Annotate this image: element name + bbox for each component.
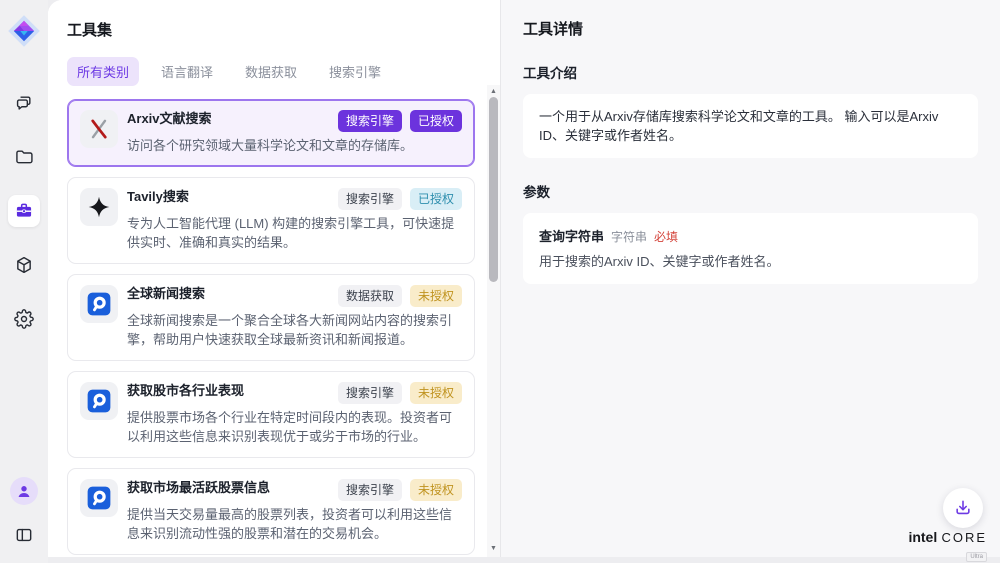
arxiv-tool-icon: [80, 110, 118, 148]
tool-intro-text: 一个用于从Arxiv存储库搜索科学论文和文章的工具。 输入可以是Arxiv ID…: [539, 107, 962, 145]
juhe-tool-icon: [80, 382, 118, 420]
tool-card[interactable]: 获取市场最活跃股票信息 搜索引擎 未授权 提供当天交易量最高的股票列表，投资者可…: [67, 468, 475, 555]
param-description: 用于搜索的Arxiv ID、关键字或作者姓名。: [539, 253, 962, 271]
tool-card-list: Arxiv文献搜索 搜索引擎 已授权 访问各个研究领域大量科学论文和文章的存储库…: [67, 99, 475, 557]
tavily-tool-icon: [80, 188, 118, 226]
tab-category-3[interactable]: 搜索引擎: [319, 57, 391, 86]
tool-status-badge: 未授权: [410, 479, 462, 501]
user-avatar[interactable]: [10, 477, 38, 505]
tool-card-title: Arxiv文献搜索: [127, 110, 212, 128]
sidebar-bottom: [8, 477, 40, 549]
sidebar-nav: [8, 87, 40, 335]
param-required-badge: 必填: [654, 228, 678, 245]
download-icon: [953, 498, 973, 518]
app-sidebar: [0, 0, 48, 563]
scrollbar-thumb[interactable]: [489, 97, 498, 282]
category-tabs: 所有类别语言翻译数据获取搜索引擎: [67, 57, 500, 86]
tool-list-title: 工具集: [67, 19, 500, 40]
tool-category-badge: 数据获取: [338, 285, 402, 307]
tool-card[interactable]: Arxiv文献搜索 搜索引擎 已授权 访问各个研究领域大量科学论文和文章的存储库…: [67, 99, 475, 167]
sidebar-collapse-button[interactable]: [8, 521, 40, 549]
app-logo-icon: [6, 13, 42, 49]
tool-card-title: 获取股市各行业表现: [127, 382, 244, 400]
tool-card-title: 获取市场最活跃股票信息: [127, 479, 270, 497]
brand-badge: Ultra: [966, 552, 987, 562]
tool-detail-title: 工具详情: [523, 18, 978, 39]
sidebar-item-settings[interactable]: [8, 303, 40, 335]
tool-category-badge: 搜索引擎: [338, 479, 402, 501]
sidebar-item-files[interactable]: [8, 141, 40, 173]
tool-detail-panel: 工具详情 工具介绍 一个用于从Arxiv存储库搜索科学论文和文章的工具。 输入可…: [500, 0, 1000, 557]
sidebar-item-chat[interactable]: [8, 87, 40, 119]
cube-icon: [14, 255, 34, 275]
tool-card-title: 全球新闻搜索: [127, 285, 205, 303]
download-button[interactable]: [943, 488, 983, 528]
chat-icon: [14, 93, 34, 113]
tool-card[interactable]: Tavily搜索 搜索引擎 已授权 专为人工智能代理 (LLM) 构建的搜索引擎…: [67, 177, 475, 264]
main-content: 工具集 所有类别语言翻译数据获取搜索引擎 Arxiv文献搜索 搜索引擎 已授权 …: [48, 0, 1000, 557]
tool-status-badge: 已授权: [410, 110, 462, 132]
tool-status-badge: 未授权: [410, 285, 462, 307]
param-name: 查询字符串: [539, 226, 604, 245]
tool-card[interactable]: 全球新闻搜索 数据获取 未授权 全球新闻搜索是一个聚合全球各大新闻网站内容的搜索…: [67, 274, 475, 361]
toolbox-icon: [14, 201, 34, 221]
user-avatar-icon: [15, 482, 33, 500]
sidebar-item-models[interactable]: [8, 249, 40, 281]
brand-intel: intel: [908, 529, 937, 545]
tool-card-description: 访问各个研究领域大量科学论文和文章的存储库。: [127, 136, 457, 156]
tool-card-description: 全球新闻搜索是一个聚合全球各大新闻网站内容的搜索引擎，帮助用户快速获取全球最新资…: [127, 311, 457, 350]
intel-core-logo: intel CORE Ultra: [908, 529, 987, 563]
tab-category-2[interactable]: 数据获取: [235, 57, 307, 86]
scrollbar-down-arrow[interactable]: ▼: [487, 542, 500, 555]
param-card: 查询字符串 字符串 必填 用于搜索的Arxiv ID、关键字或作者姓名。: [523, 213, 978, 284]
tool-category-badge: 搜索引擎: [338, 110, 402, 132]
tool-status-badge: 未授权: [410, 382, 462, 404]
param-list: 查询字符串 字符串 必填 用于搜索的Arxiv ID、关键字或作者姓名。: [523, 213, 978, 284]
tool-card-description: 提供当天交易量最高的股票列表，投资者可以利用这些信息来识别流动性强的股票和潜在的…: [127, 505, 457, 544]
tool-category-badge: 搜索引擎: [338, 382, 402, 404]
gear-icon: [14, 309, 34, 329]
juhe-tool-icon: [80, 479, 118, 517]
juhe-tool-icon: [80, 285, 118, 323]
tab-category-0[interactable]: 所有类别: [67, 57, 139, 86]
tab-category-1[interactable]: 语言翻译: [151, 57, 223, 86]
tool-category-badge: 搜索引擎: [338, 188, 402, 210]
tool-status-badge: 已授权: [410, 188, 462, 210]
tool-card-description: 专为人工智能代理 (LLM) 构建的搜索引擎工具，可快速提供实时、准确和真实的结…: [127, 214, 457, 253]
brand-core: CORE: [941, 530, 987, 545]
tool-card-description: 提供股票市场各个行业在特定时间段内的表现。投资者可以利用这些信息来识别表现优于或…: [127, 408, 457, 447]
tool-intro-heading: 工具介绍: [523, 62, 978, 82]
bottom-strip: [48, 557, 1000, 563]
tool-intro-card: 一个用于从Arxiv存储库搜索科学论文和文章的工具。 输入可以是Arxiv ID…: [523, 94, 978, 158]
sidebar-item-tools[interactable]: [8, 195, 40, 227]
tool-card-title: Tavily搜索: [127, 188, 189, 206]
folder-icon: [14, 147, 34, 167]
param-type: 字符串: [611, 228, 647, 245]
params-heading: 参数: [523, 181, 978, 201]
tool-list-panel: 工具集 所有类别语言翻译数据获取搜索引擎 Arxiv文献搜索 搜索引擎 已授权 …: [48, 0, 500, 557]
scrollbar[interactable]: ▲ ▼: [487, 85, 500, 557]
tool-card[interactable]: 获取股市各行业表现 搜索引擎 未授权 提供股票市场各个行业在特定时间段内的表现。…: [67, 371, 475, 458]
panel-toggle-icon: [14, 525, 34, 545]
